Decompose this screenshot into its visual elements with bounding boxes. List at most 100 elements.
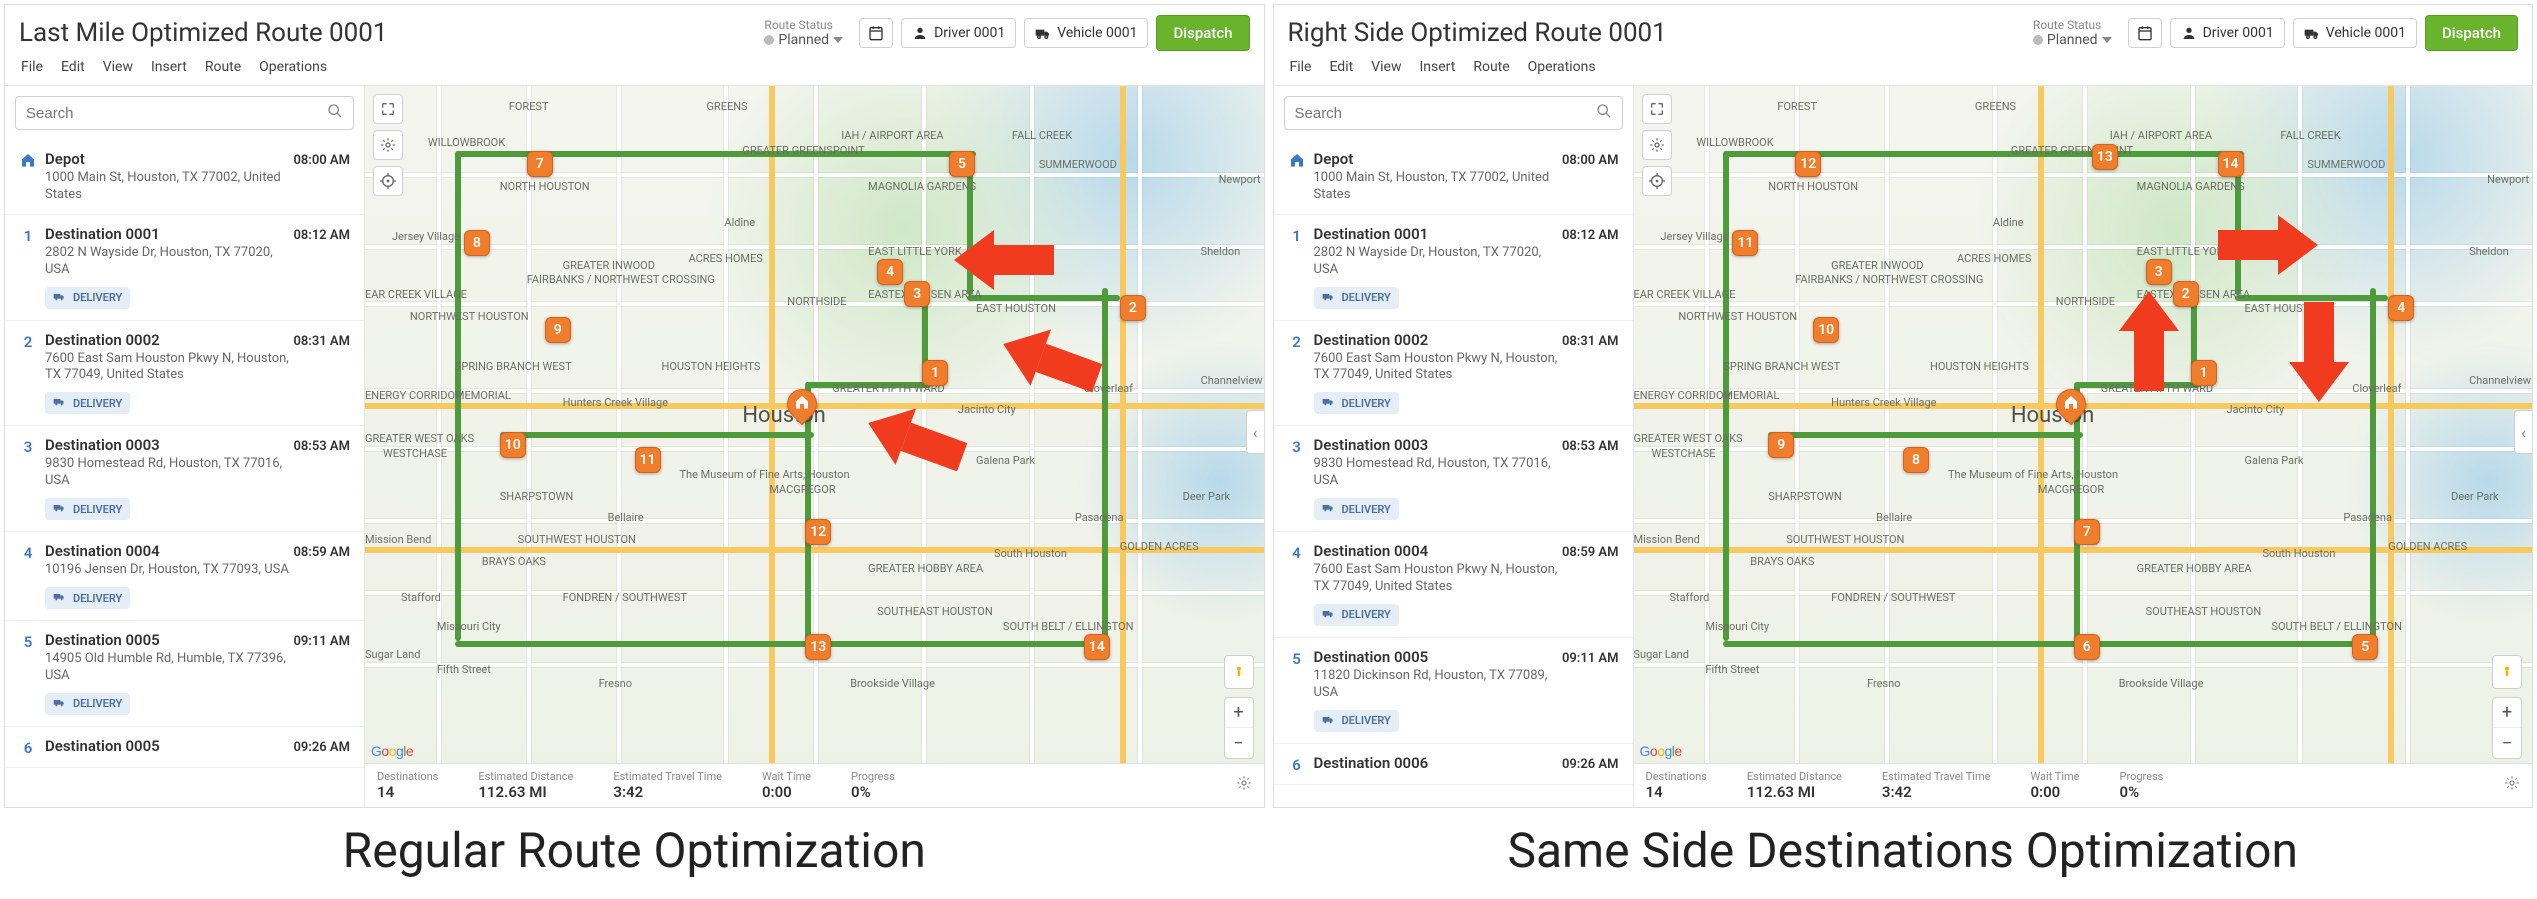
map-marker[interactable]: 2 [1120,295,1146,321]
zoom-in-button[interactable]: + [1225,698,1253,728]
map-marker[interactable]: 14 [2218,151,2244,177]
route-line [2370,288,2376,641]
map-settings-button[interactable] [373,130,403,160]
map-label: SOUTHEAST HOUSTON [877,605,993,618]
stat-progress: Progress 0% [851,770,895,801]
fullscreen-button[interactable] [373,94,403,124]
menu-file[interactable]: File [1290,59,1312,75]
route-stop[interactable]: 1 Destination 0001 08:12 AM 2802 N Waysi… [1274,215,1633,321]
search-box[interactable] [1284,96,1623,130]
map-marker[interactable]: 6 [2074,634,2100,660]
stats-settings-button[interactable] [1236,775,1252,796]
menu-route[interactable]: Route [205,59,241,75]
driver-button[interactable]: Driver 0001 [2170,18,2285,48]
map-marker[interactable]: 8 [1903,447,1929,473]
side-panel-toggle[interactable]: ‹ [1246,410,1264,454]
badge-label: DELIVERY [1342,608,1391,621]
pegman-icon[interactable] [1224,655,1254,689]
map-marker[interactable]: 5 [2352,634,2378,660]
map-marker[interactable]: 11 [1732,230,1758,256]
route-stop[interactable]: 3 Destination 0003 08:53 AM 9830 Homeste… [1274,426,1633,532]
stop-time: 08:31 AM [1562,334,1619,349]
zoom-out-button[interactable]: − [2493,728,2521,758]
menu-route[interactable]: Route [1473,59,1509,75]
map-marker[interactable]: 12 [805,519,831,545]
stop-time: 08:31 AM [293,334,350,349]
route-stop[interactable]: 2 Destination 0002 08:31 AM 7600 East Sa… [5,321,364,427]
stat-label: Estimated Distance [478,770,573,783]
stop-address: 1000 Main St, Houston, TX 77002, United … [45,170,295,204]
route-status[interactable]: Route Status Planned [2033,18,2112,48]
search-box[interactable] [15,96,354,130]
stat-destinations: Destinations 14 [1646,770,1707,801]
vehicle-button[interactable]: Vehicle 0001 [2293,18,2417,48]
map-marker[interactable]: 4 [2388,295,2414,321]
map-marker[interactable]: 3 [2146,259,2172,285]
map-toolbar [373,94,403,196]
menu-file[interactable]: File [21,59,43,75]
route-stop[interactable]: 6 Destination 0006 09:26 AM [1274,744,1633,785]
map-marker[interactable]: 11 [635,447,661,473]
map-marker[interactable]: 1 [922,360,948,386]
menu-insert[interactable]: Insert [151,59,187,75]
route-stop[interactable]: 6 Destination 0005 09:26 AM [5,727,364,768]
route-stop[interactable]: 2 Destination 0002 08:31 AM 7600 East Sa… [1274,321,1633,427]
menu-edit[interactable]: Edit [61,59,85,75]
map-marker[interactable]: 8 [464,230,490,256]
map-marker[interactable]: 7 [2074,519,2100,545]
menu-edit[interactable]: Edit [1329,59,1353,75]
map-settings-button[interactable] [1642,130,1672,160]
depot-stop[interactable]: Depot 08:00 AM 1000 Main St, Houston, TX… [5,140,364,215]
route-stop[interactable]: 1 Destination 0001 08:12 AM 2802 N Waysi… [5,215,364,321]
dispatch-button[interactable]: Dispatch [1156,15,1249,51]
map-marker[interactable]: 14 [1084,634,1110,660]
route-status[interactable]: Route Status Planned [764,18,843,48]
map-marker[interactable]: 5 [949,151,975,177]
menu-operations[interactable]: Operations [259,59,327,75]
calendar-button[interactable] [859,18,893,48]
side-panel-toggle[interactable]: ‹ [2514,410,2532,454]
menu-insert[interactable]: Insert [1419,59,1455,75]
menu-view[interactable]: View [103,59,133,75]
stats-settings-button[interactable] [2504,775,2520,796]
map-marker[interactable]: 10 [500,432,526,458]
dispatch-button[interactable]: Dispatch [2425,15,2518,51]
map-marker[interactable]: 4 [877,259,903,285]
stat-label: Destinations [377,770,438,783]
search-input[interactable] [26,105,327,122]
fullscreen-button[interactable] [1642,94,1672,124]
route-stop[interactable]: 5 Destination 0005 09:11 AM 11820 Dickin… [1274,638,1633,744]
map-marker[interactable]: 12 [1795,151,1821,177]
route-stop[interactable]: 5 Destination 0005 09:11 AM 14905 Old Hu… [5,621,364,727]
depot-stop[interactable]: Depot 08:00 AM 1000 Main St, Houston, TX… [1274,140,1633,215]
map-marker[interactable]: 9 [545,317,571,343]
map-area[interactable]: WILLOWBROOKIAH / AIRPORT AREASUMMERWOODJ… [365,86,1264,807]
map-marker[interactable]: 3 [904,281,930,307]
menu-view[interactable]: View [1371,59,1401,75]
map-label: GREATER HOBBY AREA [868,562,983,575]
map-marker[interactable]: 13 [805,634,831,660]
route-line [1768,432,2082,438]
zoom-in-button[interactable]: + [2493,698,2521,728]
recenter-button[interactable] [373,166,403,196]
vehicle-button[interactable]: Vehicle 0001 [1024,18,1148,48]
highway-line [2038,86,2044,807]
map-label: Jacinto City [958,403,1016,416]
map-marker[interactable]: 10 [1813,317,1839,343]
route-stop[interactable]: 4 Destination 0004 08:59 AM 7600 East Sa… [1274,532,1633,638]
search-input[interactable] [1295,105,1596,122]
zoom-out-button[interactable]: − [1225,728,1253,758]
recenter-button[interactable] [1642,166,1672,196]
map-marker[interactable]: 7 [527,151,553,177]
calendar-button[interactable] [2128,18,2162,48]
map-marker[interactable]: 1 [2191,360,2217,386]
driver-button[interactable]: Driver 0001 [901,18,1016,48]
map-marker[interactable]: 9 [1768,432,1794,458]
map-label: WESTCHASE [1651,447,1715,460]
route-stop[interactable]: 4 Destination 0004 08:59 AM 10196 Jensen… [5,532,364,621]
map-area[interactable]: WILLOWBROOKIAH / AIRPORT AREASUMMERWOODJ… [1634,86,2533,807]
map-marker[interactable]: 13 [2092,144,2118,170]
route-stop[interactable]: 3 Destination 0003 08:53 AM 9830 Homeste… [5,426,364,532]
pegman-icon[interactable] [2492,655,2522,689]
menu-operations[interactable]: Operations [1528,59,1596,75]
